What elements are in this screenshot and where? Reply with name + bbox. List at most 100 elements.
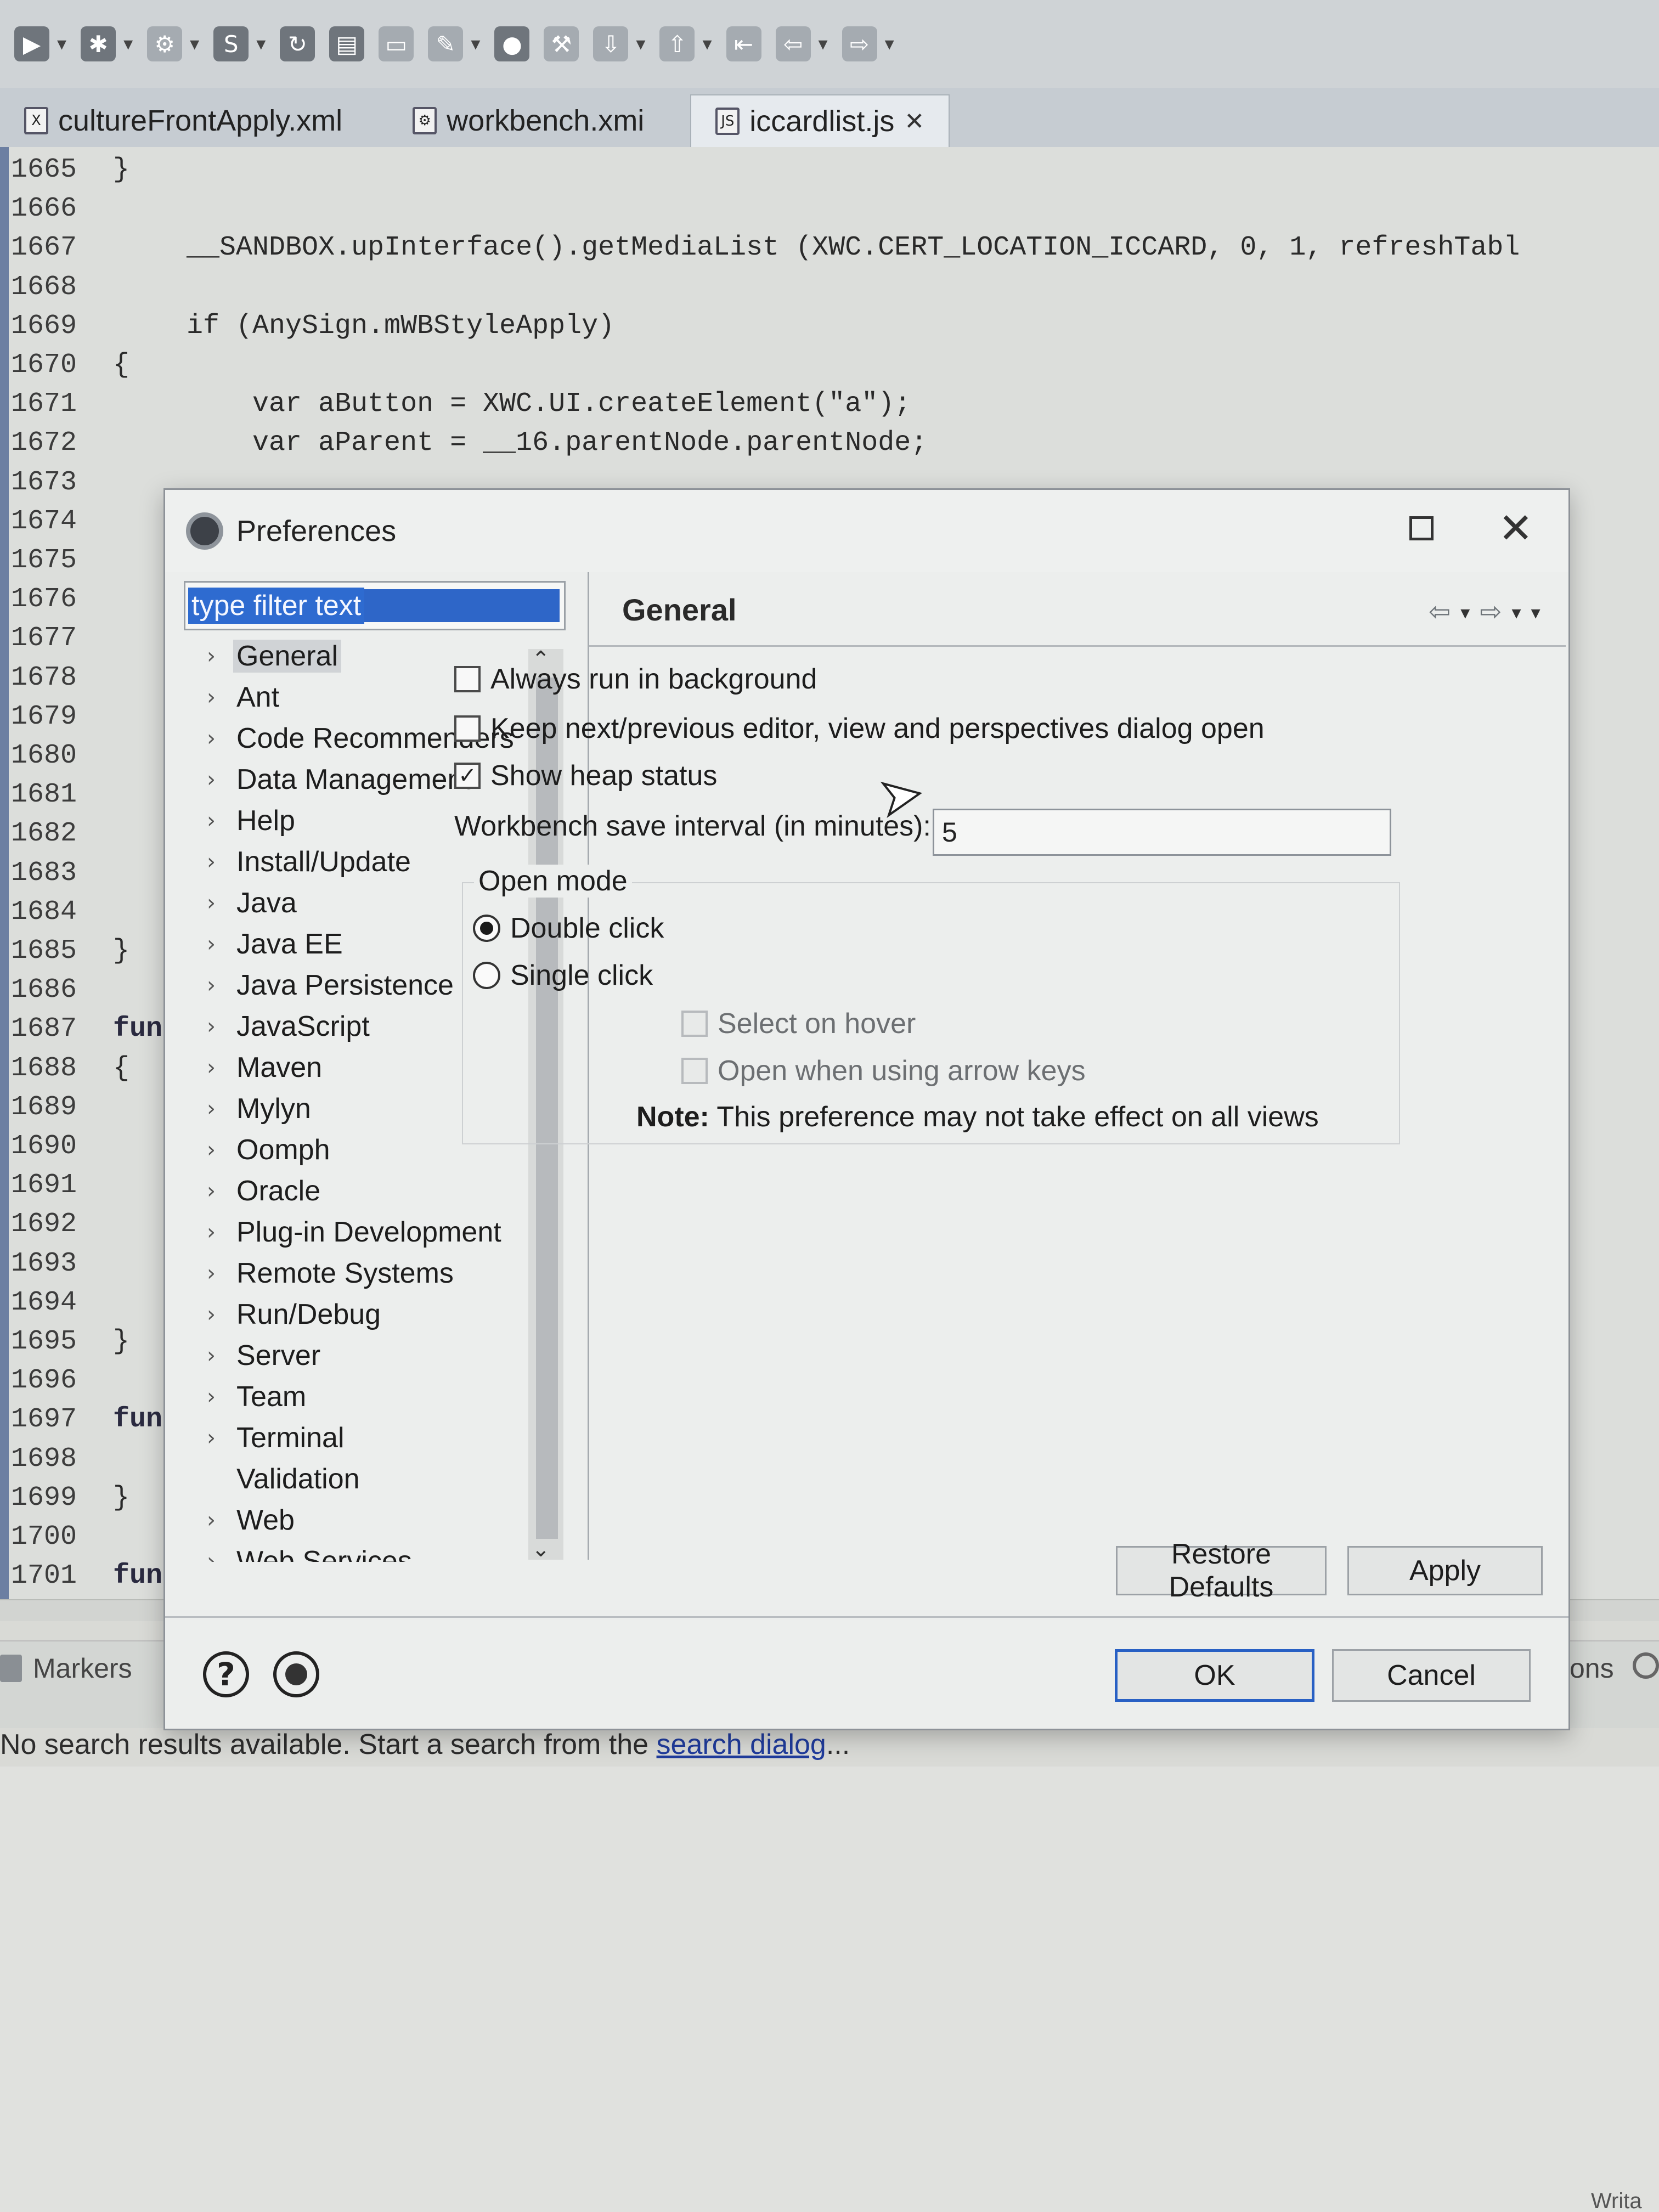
single-click-radio[interactable]: Single click	[473, 959, 653, 992]
chevron-right-icon[interactable]: ›	[195, 1178, 228, 1204]
forward-icon[interactable]: ⇨	[1480, 596, 1502, 627]
tree-item-terminal[interactable]: › Terminal	[184, 1419, 557, 1457]
chevron-down-icon[interactable]: ▾	[256, 33, 266, 55]
chevron-right-icon[interactable]: ›	[195, 685, 228, 710]
chevron-down-icon[interactable]: ▾	[819, 33, 828, 55]
chevron-right-icon[interactable]: ›	[195, 767, 228, 792]
prev-annotation-icon[interactable]: ⇧	[659, 26, 695, 61]
close-icon[interactable]: ✕	[1498, 506, 1533, 550]
open-folder-icon[interactable]: ▤	[329, 26, 365, 61]
view-menu-icon[interactable]	[1633, 1652, 1659, 1679]
save-interval-input[interactable]	[933, 809, 1391, 856]
chevron-down-icon[interactable]: ▾	[1460, 596, 1470, 627]
chevron-right-icon[interactable]: ›	[195, 1508, 228, 1533]
chevron-right-icon[interactable]: ›	[195, 644, 228, 669]
build-icon[interactable]: ⚒	[544, 26, 579, 61]
checkbox-box[interactable]	[454, 666, 481, 692]
chevron-right-icon[interactable]: ›	[195, 849, 228, 874]
tree-item-oracle[interactable]: › Oracle	[184, 1172, 557, 1210]
chevron-down-icon[interactable]: ▾	[1512, 596, 1521, 627]
code-line: 1668	[0, 270, 1659, 305]
chevron-right-icon[interactable]: ›	[195, 1549, 228, 1562]
chevron-right-icon[interactable]: ›	[195, 726, 228, 751]
chevron-down-icon[interactable]: ▾	[702, 33, 712, 55]
chevron-right-icon[interactable]: ›	[195, 1137, 228, 1163]
tree-item-run-debug[interactable]: › Run/Debug	[184, 1295, 557, 1334]
tree-item-team[interactable]: › Team	[184, 1378, 557, 1416]
apply-button[interactable]: Apply	[1347, 1546, 1543, 1595]
view-menu-icon[interactable]: ▾	[1531, 596, 1541, 627]
select-on-hover-checkbox[interactable]: Select on hover	[681, 1007, 916, 1040]
chevron-down-icon[interactable]: ▾	[57, 33, 66, 55]
checkbox-box[interactable]	[454, 715, 481, 742]
open-arrow-keys-checkbox[interactable]: Open when using arrow keys	[681, 1054, 1086, 1087]
tree-item-server[interactable]: › Server	[184, 1336, 557, 1375]
new-class-icon[interactable]: S	[213, 26, 249, 61]
search-results-message: No search results available. Start a sea…	[0, 1729, 850, 1760]
tree-item-validation[interactable]: Validation	[184, 1460, 557, 1498]
tree-item-label: Team	[236, 1381, 307, 1413]
globe-icon[interactable]: ●	[494, 26, 530, 61]
debug-icon[interactable]: ✱	[81, 26, 116, 61]
restore-defaults-button[interactable]: Restore Defaults	[1116, 1538, 1327, 1603]
back-icon[interactable]: ⇦	[1429, 596, 1451, 627]
chevron-down-icon[interactable]: ▾	[190, 33, 199, 55]
pen-icon[interactable]: ✎	[428, 26, 464, 61]
maximize-icon[interactable]	[1409, 516, 1434, 540]
last-edit-icon[interactable]: ⇤	[726, 26, 761, 61]
chevron-down-icon[interactable]: ▾	[471, 33, 480, 55]
radio-button[interactable]	[473, 962, 500, 989]
chevron-right-icon[interactable]: ›	[195, 1096, 228, 1121]
back-icon[interactable]: ⇦	[775, 26, 811, 61]
tree-item-plug-in-development[interactable]: › Plug-in Development	[184, 1213, 557, 1251]
tab-culturefrontapply[interactable]: X cultureFrontApply.xml	[0, 94, 366, 147]
always-run-background-checkbox[interactable]: Always run in background	[454, 663, 817, 696]
chevron-right-icon[interactable]: ›	[195, 1425, 228, 1451]
chevron-right-icon[interactable]: ›	[195, 1055, 228, 1080]
chevron-right-icon[interactable]: ›	[195, 1014, 228, 1039]
radio-button[interactable]	[473, 915, 500, 942]
refresh-icon[interactable]: ↻	[280, 26, 315, 61]
close-icon[interactable]: ✕	[904, 108, 924, 136]
tab-workbench[interactable]: ⚙ workbench.xmi	[388, 94, 668, 147]
ok-button[interactable]: OK	[1115, 1649, 1314, 1702]
keep-dialog-open-checkbox[interactable]: Keep next/previous editor, view and pers…	[454, 712, 1265, 745]
cancel-button[interactable]: Cancel	[1332, 1649, 1531, 1702]
next-annotation-icon[interactable]: ⇩	[593, 26, 629, 61]
line-number: 1687	[11, 1013, 77, 1045]
checkbox-label: Show heap status	[490, 760, 718, 792]
chevron-right-icon[interactable]: ›	[195, 890, 228, 916]
chevron-down-icon[interactable]: ▾	[123, 33, 133, 55]
tab-iccardlist[interactable]: JS iccardlist.js ✕	[690, 94, 950, 147]
tab-label: iccardlist.js	[749, 105, 895, 138]
help-icon[interactable]: ?	[203, 1651, 249, 1697]
show-heap-status-checkbox[interactable]: ✓ Show heap status	[454, 759, 717, 792]
chevron-right-icon[interactable]: ›	[195, 1261, 228, 1286]
save-icon[interactable]: ▭	[379, 26, 414, 61]
dialog-titlebar[interactable]: Preferences ✕	[165, 490, 1568, 572]
chevron-right-icon[interactable]: ›	[195, 973, 228, 998]
tree-item-web-services[interactable]: › Web Services	[184, 1542, 557, 1562]
search-dialog-link[interactable]: search dialog	[657, 1729, 826, 1760]
checkbox-box[interactable]	[681, 1058, 708, 1084]
run-icon[interactable]: ▶	[14, 26, 49, 61]
line-number: 1668	[11, 271, 77, 303]
external-tools-icon[interactable]: ⚙	[147, 26, 183, 61]
tab-markers[interactable]: Markers	[0, 1652, 132, 1684]
chevron-right-icon[interactable]: ›	[195, 1343, 228, 1368]
chevron-right-icon[interactable]: ›	[195, 1220, 228, 1245]
chevron-right-icon[interactable]: ›	[195, 932, 228, 957]
import-export-icon[interactable]	[273, 1651, 319, 1697]
chevron-right-icon[interactable]: ›	[195, 808, 228, 833]
forward-icon[interactable]: ⇨	[842, 26, 877, 61]
tree-item-web[interactable]: › Web	[184, 1501, 557, 1539]
checkbox-box[interactable]	[681, 1011, 708, 1037]
chevron-right-icon[interactable]: ›	[195, 1302, 228, 1327]
filter-input[interactable]	[184, 581, 566, 630]
tree-item-remote-systems[interactable]: › Remote Systems	[184, 1254, 557, 1293]
double-click-radio[interactable]: Double click	[473, 912, 664, 945]
chevron-down-icon[interactable]: ▾	[636, 33, 645, 55]
chevron-right-icon[interactable]: ›	[195, 1384, 228, 1409]
chevron-down-icon[interactable]: ▾	[885, 33, 894, 55]
checkbox-box[interactable]: ✓	[454, 763, 481, 789]
